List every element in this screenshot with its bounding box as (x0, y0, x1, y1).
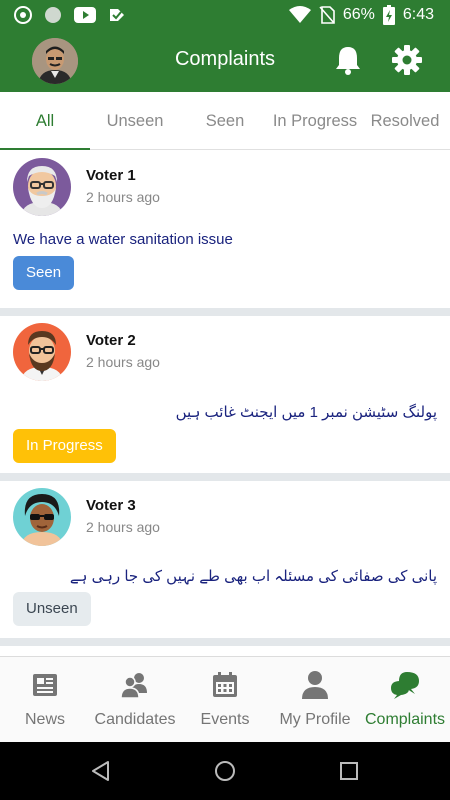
tab-unseen[interactable]: Unseen (90, 92, 180, 149)
complaint-text: پولنگ سٹیشن نمبر 1 میں ایجنٹ غائب ہیں (175, 404, 437, 421)
status-tabs: All Unseen Seen In Progress Resolved (0, 92, 450, 150)
bell-icon[interactable] (332, 44, 364, 76)
no-sim-icon (319, 6, 335, 24)
notification-app-icon (14, 6, 32, 24)
nav-events[interactable]: Events (180, 657, 270, 742)
complaint-card[interactable]: Voter 1 2 hours ago We have a water sani… (0, 151, 450, 308)
complaint-card[interactable]: Voter 3 2 hours ago پانی کی صفائی کی مسئ… (0, 481, 450, 638)
complaints-list[interactable]: Voter 1 2 hours ago We have a water sani… (0, 151, 450, 656)
system-navigation-bar (0, 742, 450, 800)
gear-icon[interactable] (391, 44, 423, 76)
recents-icon[interactable] (337, 759, 361, 783)
nav-complaints-label: Complaints (364, 711, 446, 728)
tab-in-progress[interactable]: In Progress (270, 92, 360, 149)
page-title: Complaints (174, 48, 276, 70)
complaint-time: 2 hours ago (86, 519, 160, 535)
status-badge-unseen[interactable]: Unseen (13, 592, 91, 626)
voter-name: Voter 1 (86, 167, 136, 184)
calendar-icon (213, 672, 237, 697)
news-icon (33, 674, 57, 696)
wifi-icon (288, 6, 311, 24)
clock: 6:43 (402, 6, 434, 23)
status-bar: 66% 6:43 (0, 0, 450, 30)
voter-name: Voter 3 (86, 497, 136, 514)
complaint-time: 2 hours ago (86, 189, 160, 205)
status-badge-in-progress[interactable]: In Progress (13, 429, 116, 463)
voter-avatar (13, 488, 71, 546)
complaint-text: پانی کی صفائی کی مسئلہ اب بھی طے نہیں کی… (69, 568, 437, 585)
complaint-text: We have a water sanitation issue (13, 231, 233, 248)
voter-name: Voter 2 (86, 332, 136, 349)
tab-seen[interactable]: Seen (180, 92, 270, 149)
candidates-icon (120, 673, 147, 699)
battery-charging-icon (382, 5, 395, 25)
nav-news[interactable]: News (0, 657, 90, 742)
nav-my-profile-label: My Profile (279, 711, 351, 728)
home-icon[interactable] (213, 759, 237, 783)
nav-news-label: News (24, 711, 65, 728)
battery-percentage: 66% (342, 6, 375, 23)
profile-icon (302, 671, 328, 699)
complaint-time: 2 hours ago (86, 354, 160, 370)
voter-avatar (13, 158, 71, 216)
nav-complaints[interactable]: Complaints (360, 657, 450, 742)
complaint-card[interactable]: Voter 2 2 hours ago پولنگ سٹیشن نمبر 1 م… (0, 316, 450, 473)
voter-avatar (13, 323, 71, 381)
tab-all[interactable]: All (0, 92, 90, 150)
back-icon[interactable] (89, 759, 113, 783)
nav-my-profile[interactable]: My Profile (270, 657, 360, 742)
notification-check-icon (108, 6, 126, 24)
nav-events-label: Events (200, 711, 250, 728)
status-badge-seen[interactable]: Seen (13, 256, 75, 290)
youtube-icon (74, 7, 96, 23)
chat-bubbles-icon (391, 672, 419, 699)
app-bar: Complaints (0, 30, 450, 92)
notification-circle-icon (44, 6, 62, 24)
complaint-card[interactable] (0, 646, 450, 656)
bottom-navigation: News Candidates Events My Profile Compla… (0, 656, 450, 742)
nav-candidates-label: Candidates (94, 711, 176, 728)
nav-candidates[interactable]: Candidates (90, 657, 180, 742)
tab-resolved[interactable]: Resolved (360, 92, 450, 149)
